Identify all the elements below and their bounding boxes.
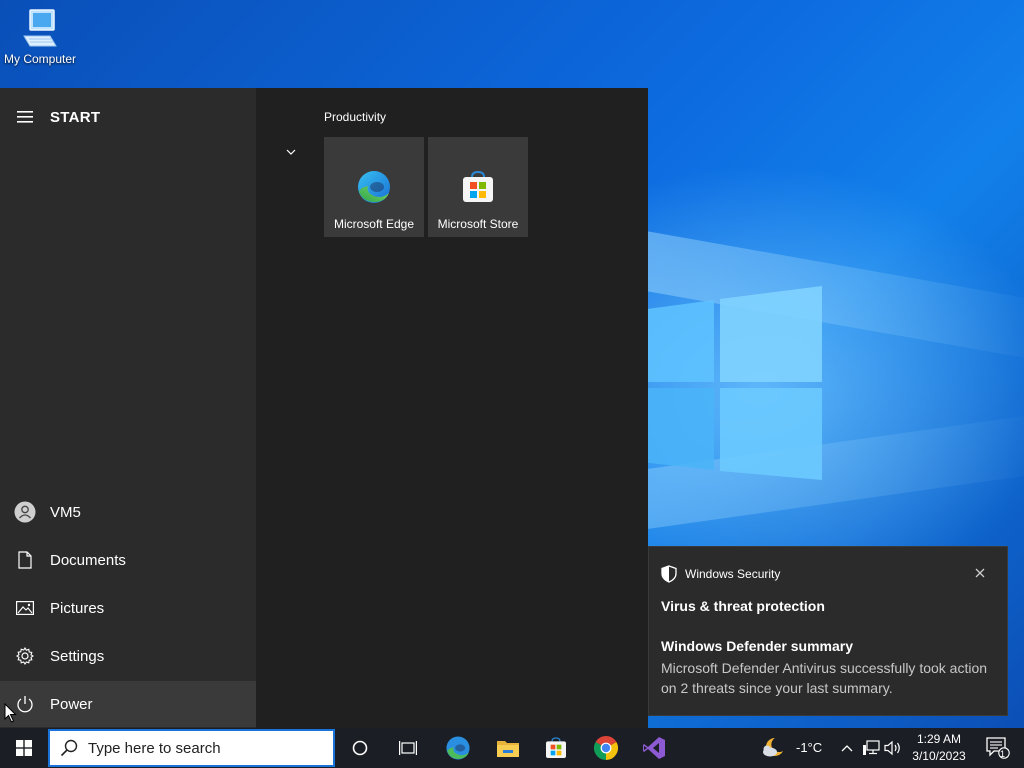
start-title: START [50,108,101,126]
power-icon [17,696,33,713]
tray-volume[interactable] [882,728,904,768]
toast-app-header: Windows Security [661,565,780,583]
speaker-icon [884,740,900,756]
search-input[interactable] [88,739,328,757]
store-icon [546,737,566,758]
taskbar-store[interactable] [532,728,580,768]
mouse-cursor-icon [4,703,17,723]
start-tiles-area: Productivity Microsoft Edge Microsoft St… [256,88,648,728]
start-header[interactable]: START [0,102,256,132]
start-menu: START VM5 Documents Pictures Settings Po… [0,88,648,728]
start-user-account[interactable]: VM5 [0,489,256,535]
weather-widget[interactable] [752,728,796,768]
toast-body: Microsoft Defender Antivirus successfull… [661,660,988,696]
file-explorer-icon [497,741,519,757]
chevron-up-icon [841,745,853,752]
taskbar-clock[interactable]: 1:29 AM 3/10/2023 [906,731,972,765]
document-icon [18,551,32,569]
shield-icon [661,565,677,583]
network-icon [863,740,880,755]
notification-icon [986,737,1010,759]
task-view-icon [399,741,417,755]
tile-microsoft-edge[interactable]: Microsoft Edge [324,137,424,237]
taskbar-file-explorer[interactable] [484,728,532,768]
chevron-down-icon[interactable] [286,142,296,160]
taskbar-edge[interactable] [434,728,482,768]
start-item-settings[interactable]: Settings [0,633,256,679]
user-avatar-icon [14,501,36,523]
computer-icon [23,9,57,47]
tile-label: Microsoft Edge [333,217,415,231]
toast-subheading: Windows Defender summary [661,638,854,654]
desktop-icon-my-computer[interactable]: My Computer [0,8,80,78]
start-item-pictures[interactable]: Pictures [0,585,256,631]
start-item-power[interactable]: Power [0,681,256,727]
tile-microsoft-store[interactable]: Microsoft Store [428,137,528,237]
task-view-button[interactable] [384,728,432,768]
tile-group-title[interactable]: Productivity [324,110,386,124]
start-button[interactable] [0,728,48,768]
edge-icon [446,736,470,760]
start-item-label: Power [50,695,93,713]
cortana-button[interactable] [336,728,384,768]
hamburger-menu-icon[interactable] [0,111,50,123]
toast-app-name: Windows Security [685,567,781,581]
taskbar-search-box[interactable] [48,729,335,767]
start-item-label: Pictures [50,599,105,617]
notification-count-badge: 1 [1000,749,1006,759]
weather-temperature[interactable]: -1°C [796,740,822,755]
chrome-icon [594,736,618,760]
start-item-label: Documents [50,551,126,569]
start-item-documents[interactable]: Documents [0,537,256,583]
start-item-label: Settings [50,647,105,665]
gear-icon [16,647,34,665]
tray-network[interactable] [860,728,882,768]
store-icon [463,170,493,202]
search-icon [60,739,78,757]
clock-date: 3/10/2023 [912,749,966,763]
user-name: VM5 [50,503,81,521]
tile-label: Microsoft Store [437,217,519,231]
start-icon [16,740,32,756]
notification-toast[interactable]: Windows Security Virus & threat protecti… [648,546,1008,716]
visual-studio-icon [643,737,665,759]
start-menu-left-rail: START VM5 Documents Pictures Settings Po… [0,88,256,728]
weather-moon-cloud-icon [763,737,783,757]
cortana-icon [352,740,368,756]
windows-logo-wallpaper [640,286,822,480]
desktop-icon-label: My Computer [3,52,77,66]
tray-overflow-button[interactable] [836,728,858,768]
action-center-button[interactable]: 1 [978,728,1018,768]
taskbar: -1°C 1:29 AM 3/10/2023 1 [0,728,1024,768]
taskbar-chrome[interactable] [582,728,630,768]
edge-icon [358,171,390,203]
close-icon[interactable] [975,565,985,583]
pictures-icon [16,601,34,615]
taskbar-visual-studio[interactable] [630,728,678,768]
toast-heading: Virus & threat protection [661,598,825,614]
clock-time: 1:29 AM [916,732,962,746]
